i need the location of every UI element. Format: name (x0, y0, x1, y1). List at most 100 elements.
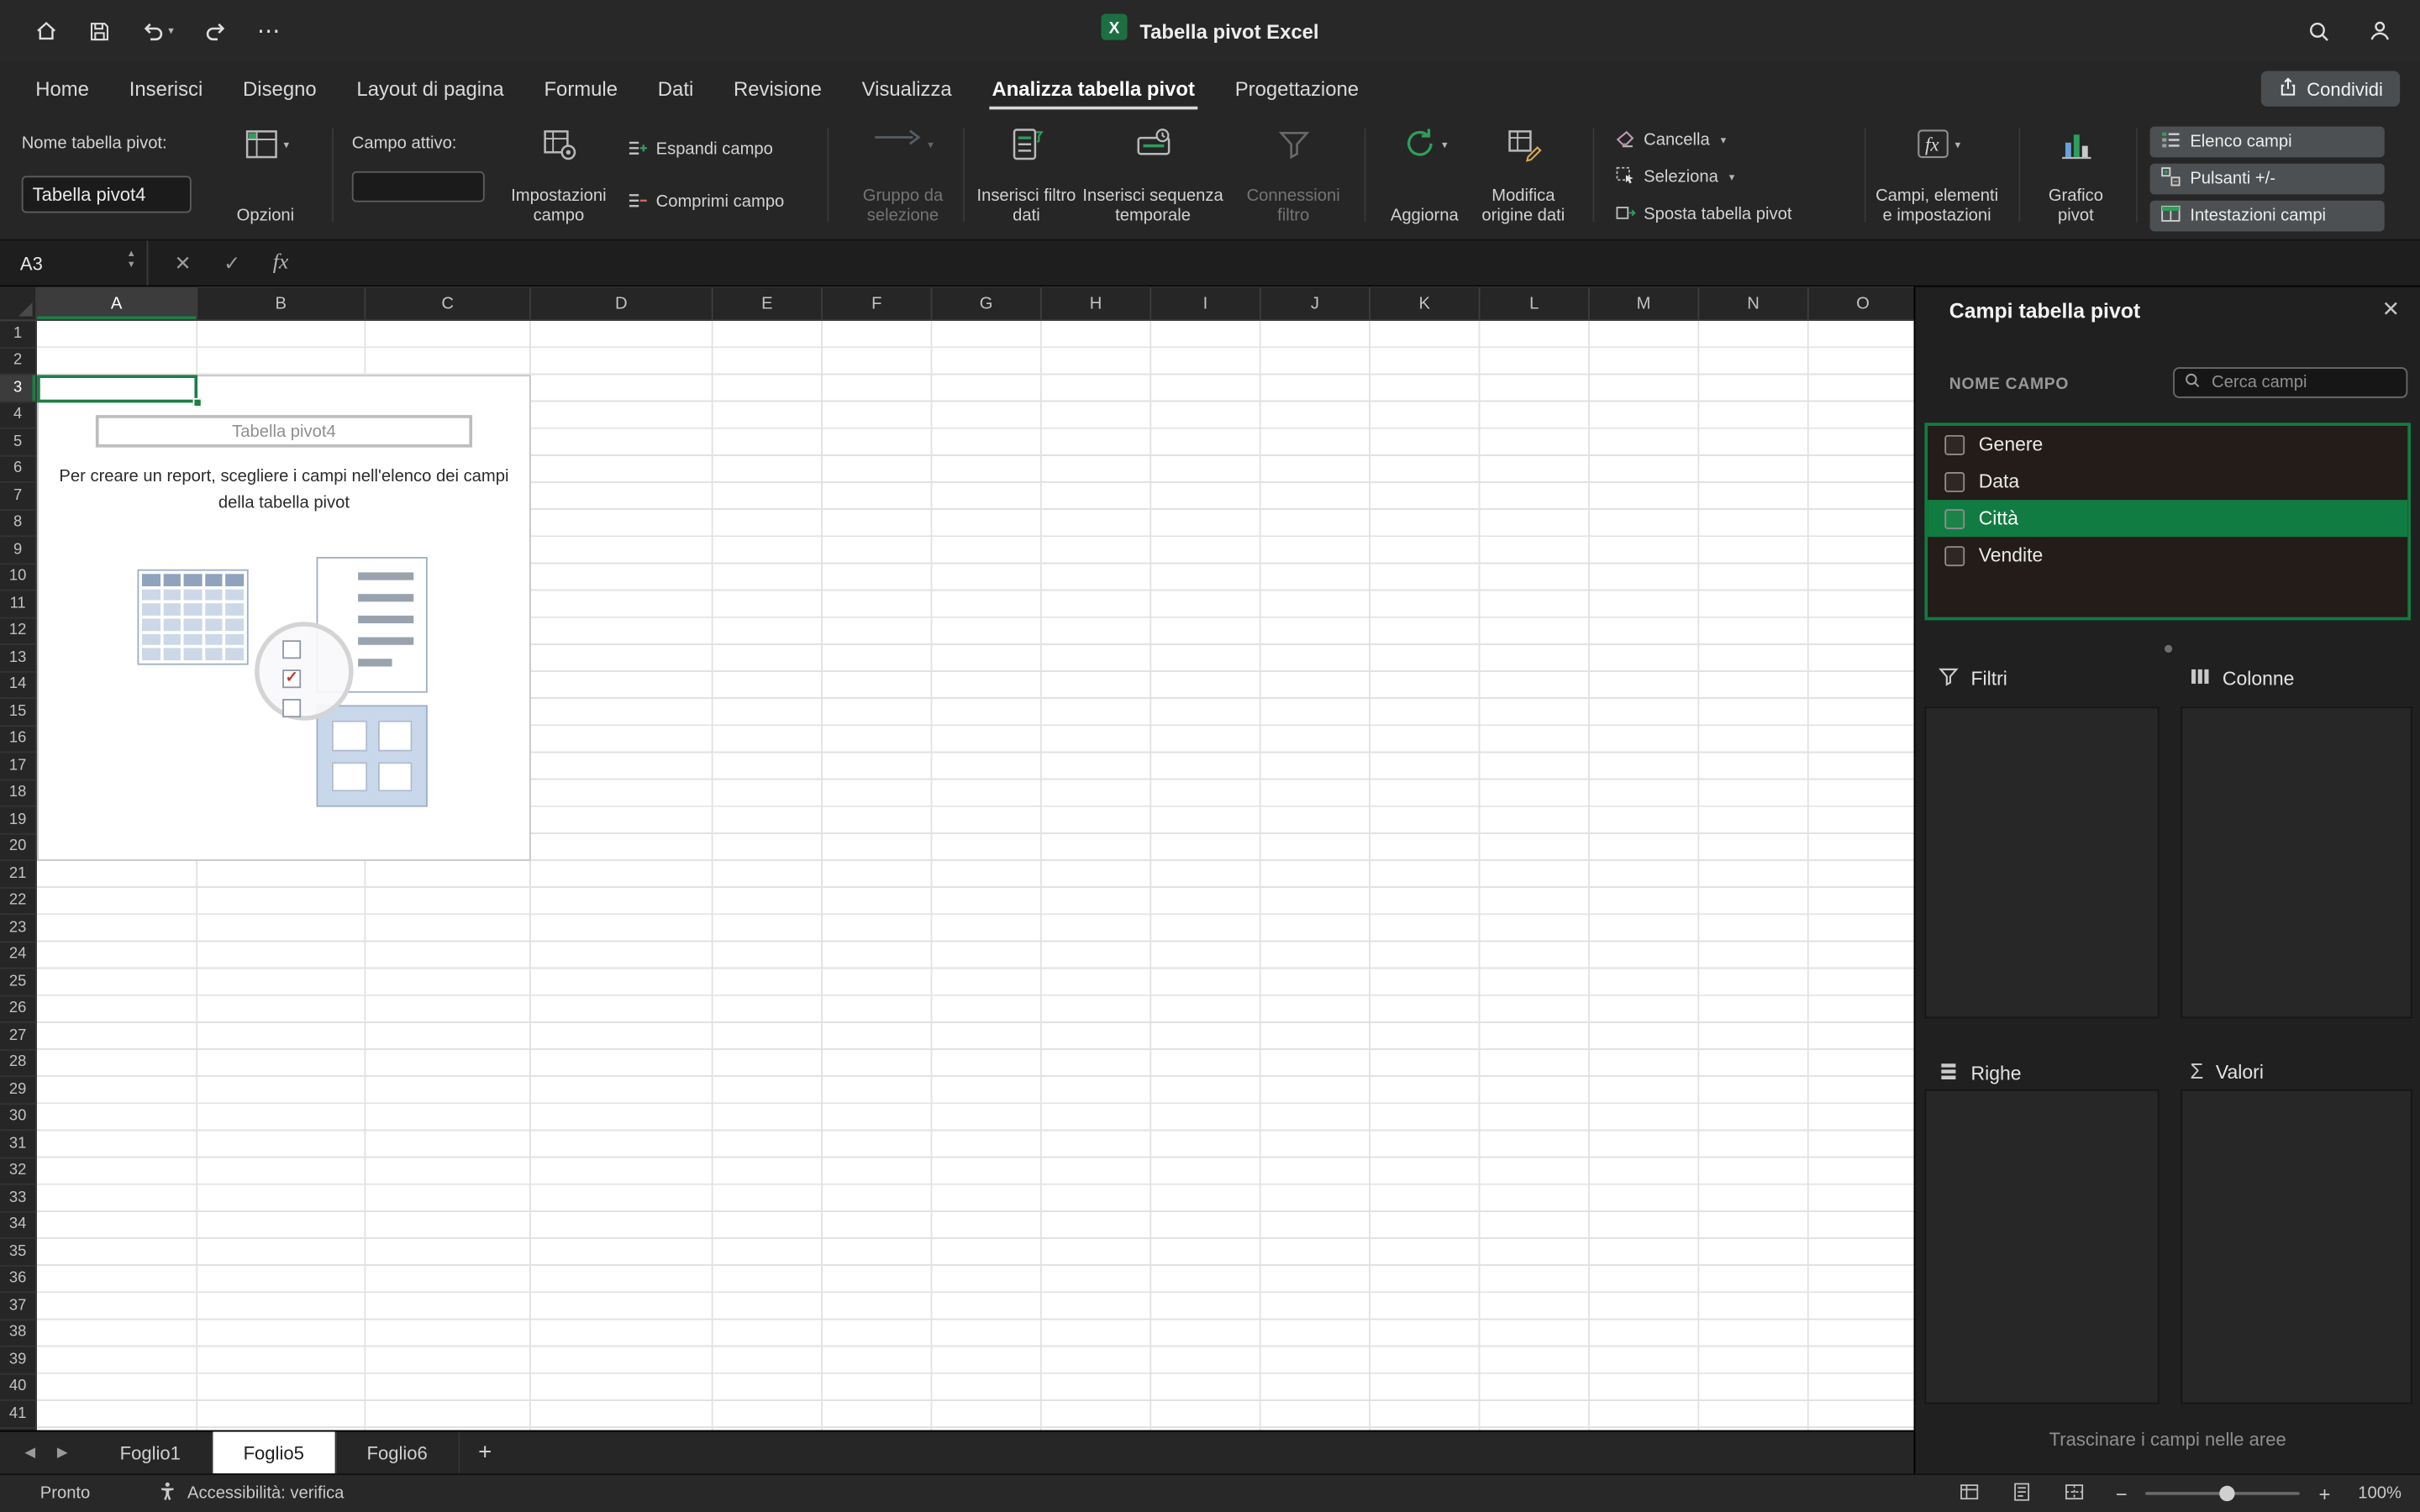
field-item-data[interactable]: Data (1928, 463, 2407, 500)
column-header-i[interactable]: I (1151, 286, 1261, 320)
column-header-e[interactable]: E (713, 286, 823, 320)
row-header-6[interactable]: 6 (0, 456, 36, 483)
redo-button[interactable] (203, 18, 228, 43)
zoom-slider[interactable] (2145, 1485, 2301, 1502)
area-dropzone-righe[interactable] (1924, 1089, 2160, 1404)
row-header-5[interactable]: 5 (0, 429, 36, 456)
area-dropzone-colonne[interactable] (2181, 706, 2412, 1019)
row-header-3[interactable]: 3 (0, 375, 36, 402)
row-header-18[interactable]: 18 (0, 780, 36, 807)
move-pivot-button[interactable]: Sposta tabella pivot (1614, 201, 1791, 228)
column-header-a[interactable]: A (37, 286, 198, 320)
field-item-genere[interactable]: Genere (1928, 426, 2407, 463)
row-header-7[interactable]: 7 (0, 483, 36, 511)
sheet-tab-foglio6[interactable]: Foglio6 (336, 1431, 460, 1474)
field-headers-toggle[interactable]: Intestazioni campi (2149, 200, 2385, 232)
normal-view-icon[interactable] (1958, 1480, 1980, 1506)
row-header-14[interactable]: 14 (0, 672, 36, 700)
row-header-23[interactable]: 23 (0, 915, 36, 942)
tab-formule[interactable]: Formule (524, 61, 638, 113)
row-header-34[interactable]: 34 (0, 1212, 36, 1239)
row-header-16[interactable]: 16 (0, 726, 36, 753)
name-box[interactable]: A3 ▲ ▼ (0, 240, 149, 286)
confirm-entry-icon[interactable]: ✓ (224, 250, 240, 275)
home-icon[interactable] (34, 18, 58, 43)
tab-revisione[interactable]: Revisione (713, 61, 842, 113)
field-checkbox-genere[interactable] (1944, 434, 1965, 454)
row-header-13[interactable]: 13 (0, 645, 36, 672)
tab-home[interactable]: Home (15, 61, 108, 113)
row-header-17[interactable]: 17 (0, 753, 36, 780)
accessibility-status[interactable]: Accessibilità: verifica (187, 1484, 344, 1503)
row-header-24[interactable]: 24 (0, 942, 36, 969)
select-all-corner[interactable] (0, 286, 38, 320)
field-item-citt[interactable]: Città (1928, 500, 2408, 538)
fill-handle[interactable] (192, 397, 203, 407)
add-sheet-button[interactable]: + (478, 1440, 492, 1466)
row-header-11[interactable]: 11 (0, 591, 36, 618)
undo-button[interactable]: ▾ (140, 18, 174, 43)
row-header-40[interactable]: 40 (0, 1374, 36, 1401)
column-header-d[interactable]: D (531, 286, 713, 320)
row-header-30[interactable]: 30 (0, 1104, 36, 1131)
row-header-29[interactable]: 29 (0, 1077, 36, 1105)
column-header-j[interactable]: J (1261, 286, 1371, 320)
row-header-9[interactable]: 9 (0, 537, 36, 564)
pivot-chart-button[interactable]: Grafico pivot (2031, 125, 2121, 227)
row-header-41[interactable]: 41 (0, 1401, 36, 1428)
previous-sheet-icon[interactable]: ◀ (24, 1444, 35, 1461)
name-box-spinner[interactable]: ▲ ▼ (127, 250, 136, 270)
sheet-tab-foglio5[interactable]: Foglio5 (213, 1431, 337, 1474)
tab-dati[interactable]: Dati (638, 61, 713, 113)
sheet-tab-foglio1[interactable]: Foglio1 (89, 1431, 213, 1474)
column-header-c[interactable]: C (366, 286, 531, 320)
row-header-31[interactable]: 31 (0, 1131, 36, 1158)
field-search-input[interactable] (2208, 371, 2397, 394)
more-options-icon[interactable]: ⋯ (257, 17, 281, 45)
options-button[interactable]: ▾ Opzioni (219, 125, 312, 227)
pivot-name-input[interactable] (21, 176, 192, 213)
field-checkbox-data[interactable] (1944, 471, 1965, 491)
zoom-in-button[interactable]: + (2319, 1482, 2331, 1505)
insert-timeline-button[interactable]: Inserisci sequenza temporale (1081, 125, 1226, 227)
active-field-input[interactable] (351, 171, 485, 202)
column-header-f[interactable]: F (823, 286, 933, 320)
page-layout-view-icon[interactable] (2011, 1480, 2033, 1506)
refresh-button[interactable]: ▾ Aggiorna (1376, 125, 1472, 227)
column-header-h[interactable]: H (1042, 286, 1152, 320)
row-header-10[interactable]: 10 (0, 564, 36, 591)
row-header-20[interactable]: 20 (0, 834, 36, 861)
row-header-33[interactable]: 33 (0, 1185, 36, 1212)
area-dropzone-valori[interactable] (2181, 1089, 2412, 1404)
row-header-19[interactable]: 19 (0, 807, 36, 834)
clear-button[interactable]: Cancella ▾ (1614, 127, 1726, 155)
row-header-35[interactable]: 35 (0, 1239, 36, 1267)
row-header-39[interactable]: 39 (0, 1347, 36, 1374)
zoom-level[interactable]: 100% (2349, 1484, 2402, 1503)
row-header-12[interactable]: 12 (0, 618, 36, 645)
column-header-m[interactable]: M (1590, 286, 1700, 320)
grid-body[interactable]: Tabella pivot4 Per creare un report, sce… (37, 321, 1914, 1431)
row-header-22[interactable]: 22 (0, 888, 36, 916)
fields-items-button[interactable]: fx ▾ Campi, elementi e impostazioni (1876, 125, 1999, 227)
field-list-toggle[interactable]: Elenco campi (2149, 126, 2385, 158)
row-header-15[interactable]: 15 (0, 699, 36, 727)
formula-input[interactable] (314, 240, 2420, 286)
tab-disegno[interactable]: Disegno (223, 61, 336, 113)
panel-resize-handle[interactable] (2164, 644, 2172, 653)
row-header-1[interactable]: 1 (0, 321, 36, 349)
column-header-k[interactable]: K (1370, 286, 1481, 320)
field-search-box[interactable] (2173, 367, 2408, 398)
field-settings-button[interactable]: Impostazioni campo (506, 125, 611, 227)
row-header-32[interactable]: 32 (0, 1158, 36, 1185)
tab-visualizza[interactable]: Visualizza (842, 61, 972, 113)
plus-minus-buttons-toggle[interactable]: Pulsanti +/- (2149, 163, 2385, 195)
row-header-28[interactable]: 28 (0, 1050, 36, 1078)
row-header-21[interactable]: 21 (0, 861, 36, 889)
row-header-4[interactable]: 4 (0, 402, 36, 429)
zoom-slider-thumb[interactable] (2219, 1485, 2236, 1502)
tab-inserisci[interactable]: Inserisci (109, 61, 223, 113)
tab-progettazione[interactable]: Progettazione (1215, 61, 1379, 113)
row-header-36[interactable]: 36 (0, 1266, 36, 1294)
row-header-27[interactable]: 27 (0, 1023, 36, 1050)
